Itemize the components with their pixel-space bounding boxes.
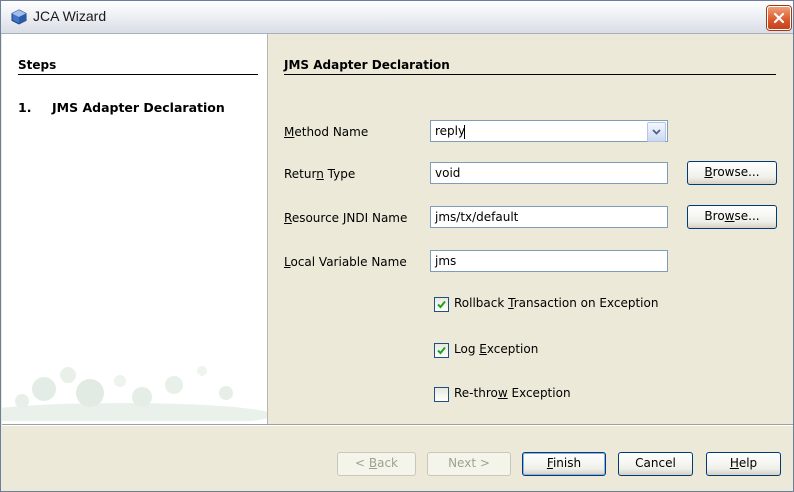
browse-return-type-button[interactable]: Browse... (687, 161, 777, 185)
rethrow-label-pre: Re-thro (454, 386, 498, 400)
text-caret (464, 125, 465, 139)
rethrow-mnemonic: w (497, 386, 508, 400)
log-exception-checkbox[interactable] (434, 343, 449, 358)
title-bar[interactable]: JCA Wizard (1, 1, 793, 34)
log-mnemonic: E (479, 342, 487, 356)
local-variable-label-text: ocal Variable Name (290, 255, 407, 269)
back-button[interactable]: < Back (337, 452, 416, 476)
resource-jndi-label: Resource JNDI Name (284, 211, 407, 225)
method-name-mnemonic: M (284, 125, 295, 139)
rethrow-exception-checkbox[interactable] (434, 387, 449, 402)
steps-panel: Steps 1. JMS Adapter Declaration (2, 34, 268, 424)
local-variable-field[interactable]: jms (430, 250, 668, 272)
method-name-combobox[interactable]: reply (430, 120, 668, 142)
panel-heading: JMS Adapter Declaration (284, 58, 776, 75)
browse-resource-pre: Bro (704, 209, 725, 223)
rethrow-label-post: Exception (507, 386, 571, 400)
return-type-label-pre: Retur (284, 167, 317, 181)
rollback-label-post: ransaction on Exception (513, 296, 659, 310)
return-type-field[interactable]: void (430, 162, 668, 184)
local-variable-label: Local Variable Name (284, 255, 407, 269)
netbeans-cube-icon (11, 9, 27, 25)
jca-wizard-window: JCA Wizard Steps 1. JMS Adapter Declarati… (0, 0, 794, 492)
rollback-transaction-checkbox[interactable] (434, 297, 449, 312)
browse-return-text: rowse... (712, 165, 760, 179)
return-type-label: Return Type (284, 167, 355, 181)
help-post: elp (738, 456, 758, 470)
browse-resource-mnemonic: w (724, 209, 735, 223)
method-name-value: reply (435, 124, 466, 138)
resource-jndi-label-text: esource JNDI Name (291, 211, 408, 225)
next-button[interactable]: Next > (427, 452, 511, 476)
resource-jndi-mnemonic: R (284, 211, 292, 225)
rollback-label-pre: Rollback (454, 296, 509, 310)
steps-heading: Steps (18, 58, 258, 75)
method-name-dropdown-button[interactable] (647, 122, 666, 142)
decorative-bubbles-image (2, 341, 267, 424)
back-pre: < (354, 456, 369, 470)
finish-post: inish (552, 456, 582, 470)
footer-divider-highlight (2, 425, 793, 426)
close-button[interactable] (767, 6, 791, 30)
rollback-transaction-label: Rollback Transaction on Exception (454, 296, 658, 310)
rethrow-exception-label: Re-throw Exception (454, 386, 571, 400)
step-label: JMS Adapter Declaration (52, 100, 225, 115)
method-name-label: Method Name (284, 125, 368, 139)
browse-resource-button[interactable]: Browse... (687, 205, 777, 229)
return-type-label-post: Type (323, 167, 356, 181)
step-number: 1. (18, 100, 32, 115)
step-item-1: 1. JMS Adapter Declaration (18, 100, 225, 115)
window-title: JCA Wizard (33, 8, 107, 24)
resource-jndi-field[interactable]: jms/tx/default (430, 206, 668, 228)
help-button[interactable]: Help (706, 452, 781, 476)
log-label-post: xception (486, 342, 539, 356)
browse-return-mnemonic: B (704, 165, 713, 179)
log-exception-label: Log Exception (454, 342, 538, 356)
browse-resource-post: se... (734, 209, 760, 223)
cancel-button[interactable]: Cancel (618, 452, 693, 476)
log-label-pre: Log (454, 342, 480, 356)
back-post: ack (377, 456, 398, 470)
help-mnemonic: H (729, 456, 739, 470)
back-mnemonic: B (368, 456, 378, 470)
method-name-label-text: ethod Name (294, 125, 369, 139)
content-panel: JMS Adapter Declaration Method Name repl… (268, 34, 793, 424)
finish-button[interactable]: Finish (522, 452, 606, 476)
return-type-mnemonic: n (316, 167, 324, 181)
